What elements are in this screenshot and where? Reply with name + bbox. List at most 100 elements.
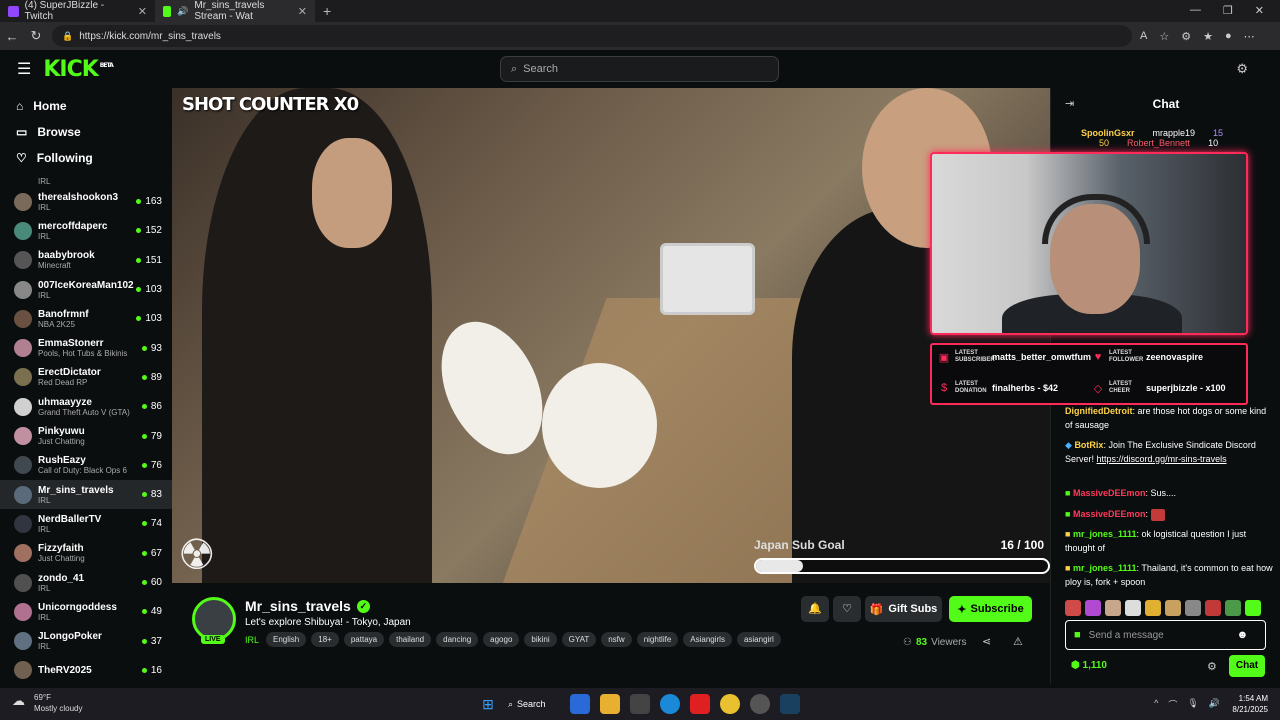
browser-tab-twitch[interactable]: (4) SuperJBizzle - Twitch ✕ [0,0,155,22]
tag-pill[interactable]: agogo [483,632,520,647]
tag-pill[interactable]: Asiangirls [683,632,732,647]
new-tab-button[interactable]: + [315,0,339,22]
nav-following[interactable]: ♡ Following [16,151,156,165]
emote-icon[interactable] [1125,600,1141,616]
subscribe-button[interactable]: ✦ Subscribe [949,596,1032,622]
sidebar-channel-rusheazy[interactable]: RushEazy Call of Duty: Black Ops 6 76 [0,451,172,480]
file-explorer-icon[interactable] [600,694,620,714]
app-icon[interactable] [750,694,770,714]
url-field[interactable]: 🔒 https://kick.com/mr_sins_travels [52,25,1132,47]
report-icon[interactable]: ⚠ [1013,635,1023,648]
emote-icon[interactable] [1165,600,1181,616]
channel-category: IRL [38,290,51,300]
start-icon[interactable]: ⊞ [478,694,498,714]
discord-link[interactable]: https://discord.gg/mr-sins-travels [1097,454,1227,464]
steam-icon[interactable] [780,694,800,714]
tag-pill[interactable]: pattaya [343,632,385,647]
favorites-bar-icon[interactable]: ★ [1203,30,1213,43]
emote-icon[interactable] [1245,600,1261,616]
tag-pill[interactable]: GYAT [561,632,597,647]
sidebar-channel-jlongopoker[interactable]: JLongoPoker IRL 37 [0,626,172,655]
viewer-count: 79 [141,431,162,442]
profile-icon[interactable]: ● [1225,30,1232,43]
notification-bell-button[interactable]: 🔔 [801,596,829,622]
sidebar-channel-erectdictator[interactable]: ErectDictator Red Dead RP 89 [0,363,172,392]
sidebar-channel-uhmaayyze[interactable]: uhmaayyze Grand Theft Auto V (GTA) 86 [0,392,172,421]
emote-icon[interactable] [1185,600,1201,616]
gift-subs-button[interactable]: 🎁 Gift Subs [865,596,942,622]
search-input[interactable]: ⌕ Search [500,56,779,82]
favorite-icon[interactable]: ☆ [1159,30,1169,43]
channel-name[interactable]: Mr_sins_travels ✓ [245,598,370,614]
tag-pill[interactable]: bikini [524,632,557,647]
close-icon[interactable]: ✕ [298,5,307,18]
sidebar-channel-zondo_41[interactable]: zondo_41 IRL 60 [0,568,172,597]
nav-home[interactable]: ⌂ Home [16,99,156,113]
mic-icon[interactable]: 🎙 [1187,698,1198,711]
clock[interactable]: 1:54 AM 8/21/2025 [1232,693,1268,715]
minimize-icon[interactable]: — [1190,4,1201,17]
weather-widget[interactable]: ☁ 69°F Mostly cloudy [12,692,82,714]
browser-tab-kick[interactable]: 🔊 Mr_sins_travels Stream - Wat ✕ [155,0,315,22]
chrome-icon[interactable] [720,694,740,714]
sidebar-channel-therealshookon3[interactable]: therealshookon3 IRL 163 [0,187,172,216]
tag-pill[interactable]: 18+ [311,632,339,647]
sidebar-channel-mercoffdaperc[interactable]: mercoffdaperc IRL 152 [0,216,172,245]
close-icon[interactable]: ✕ [138,5,147,18]
sidebar-channel-nerdballertv[interactable]: NerdBallerTV IRL 74 [0,509,172,538]
tag-pill[interactable]: nightlife [636,632,679,647]
emote-icon[interactable] [1105,600,1121,616]
follow-button[interactable]: ♡ [833,596,861,622]
channel-category: IRL [38,583,51,593]
sidebar-channel-007icekoreaman102[interactable]: 007IceKoreaMan102 IRL 103 [0,275,172,304]
edge-icon[interactable] [660,694,680,714]
tag-pill[interactable]: thailand [389,632,432,647]
emote-icon[interactable] [1065,600,1081,616]
sidebar-channel-therv2025[interactable]: TheRV2025 16 [0,656,172,684]
sidebar-channel-emmastonerr[interactable]: EmmaStonerr Pools, Hot Tubs & Bikinis 93 [0,333,172,362]
network-icon[interactable]: ⌒ [1168,698,1177,711]
sidebar-channel-fizzyfaith[interactable]: Fizzyfaith Just Chatting 67 [0,539,172,568]
share-icon[interactable]: ⋖ [982,635,991,648]
tag-pill[interactable]: asiangirl [736,632,781,647]
volume-icon[interactable]: 🔊 [1209,698,1220,711]
read-aloud-icon[interactable]: A [1140,30,1147,43]
user-menu-icon[interactable]: ⚙ [1236,61,1248,77]
chat-settings-icon[interactable]: ⚙ [1207,660,1217,673]
close-window-icon[interactable]: ✕ [1255,4,1264,17]
nav-browse[interactable]: ▭ Browse [16,125,156,139]
send-chat-button[interactable]: Chat [1229,655,1265,677]
kick-logo[interactable]: KICK BETA [43,57,113,82]
emote-icon[interactable] [1225,600,1241,616]
video-plate [421,305,563,471]
more-icon[interactable]: ⋯ [1244,30,1255,43]
chat-input[interactable] [1088,629,1229,641]
tag-pill[interactable]: nsfw [601,632,632,647]
youtube-icon[interactable] [690,694,710,714]
tag-pill[interactable]: dancing [436,632,479,647]
maximize-icon[interactable]: ❐ [1223,4,1233,17]
sidebar-channel-baabybrook[interactable]: baabybrook Minecraft 151 [0,246,172,275]
back-icon[interactable]: ← [0,29,24,44]
tag-pill[interactable]: English [266,632,307,647]
chevron-up-icon[interactable]: ^ [1154,698,1158,711]
emote-icon[interactable] [1085,600,1101,616]
channel-points[interactable]: ⬢ 1,110 [1071,660,1107,671]
video-tablet [660,243,755,315]
copilot-icon[interactable] [570,694,590,714]
menu-icon[interactable]: ☰ [17,59,31,79]
emoji-icon[interactable]: ☻ [1237,629,1249,641]
sidebar-channel-unicorngoddess[interactable]: Unicorngoddess IRL 49 [0,597,172,626]
chat-input-box[interactable]: ■ ☻ [1065,620,1266,650]
video-player[interactable]: SHOT COUNTER X0 ☢ Japan Sub Goal 16 / 10… [172,88,1050,583]
emote-icon[interactable] [1205,600,1221,616]
sidebar-channel-pinkyuwu[interactable]: Pinkyuwu Just Chatting 79 [0,421,172,450]
sidebar-channel-banofrmnf[interactable]: Banofrmnf NBA 2K25 103 [0,304,172,333]
extensions-icon[interactable]: ⚙ [1181,30,1191,43]
store-icon[interactable] [630,694,650,714]
refresh-icon[interactable]: ↻ [24,28,48,44]
category-link[interactable]: IRL [245,635,259,645]
emote-icon[interactable] [1145,600,1161,616]
taskbar-search[interactable]: ⌕ Search [508,699,560,710]
sidebar-channel-mr_sins_travels[interactable]: Mr_sins_travels IRL 83 [0,479,172,510]
